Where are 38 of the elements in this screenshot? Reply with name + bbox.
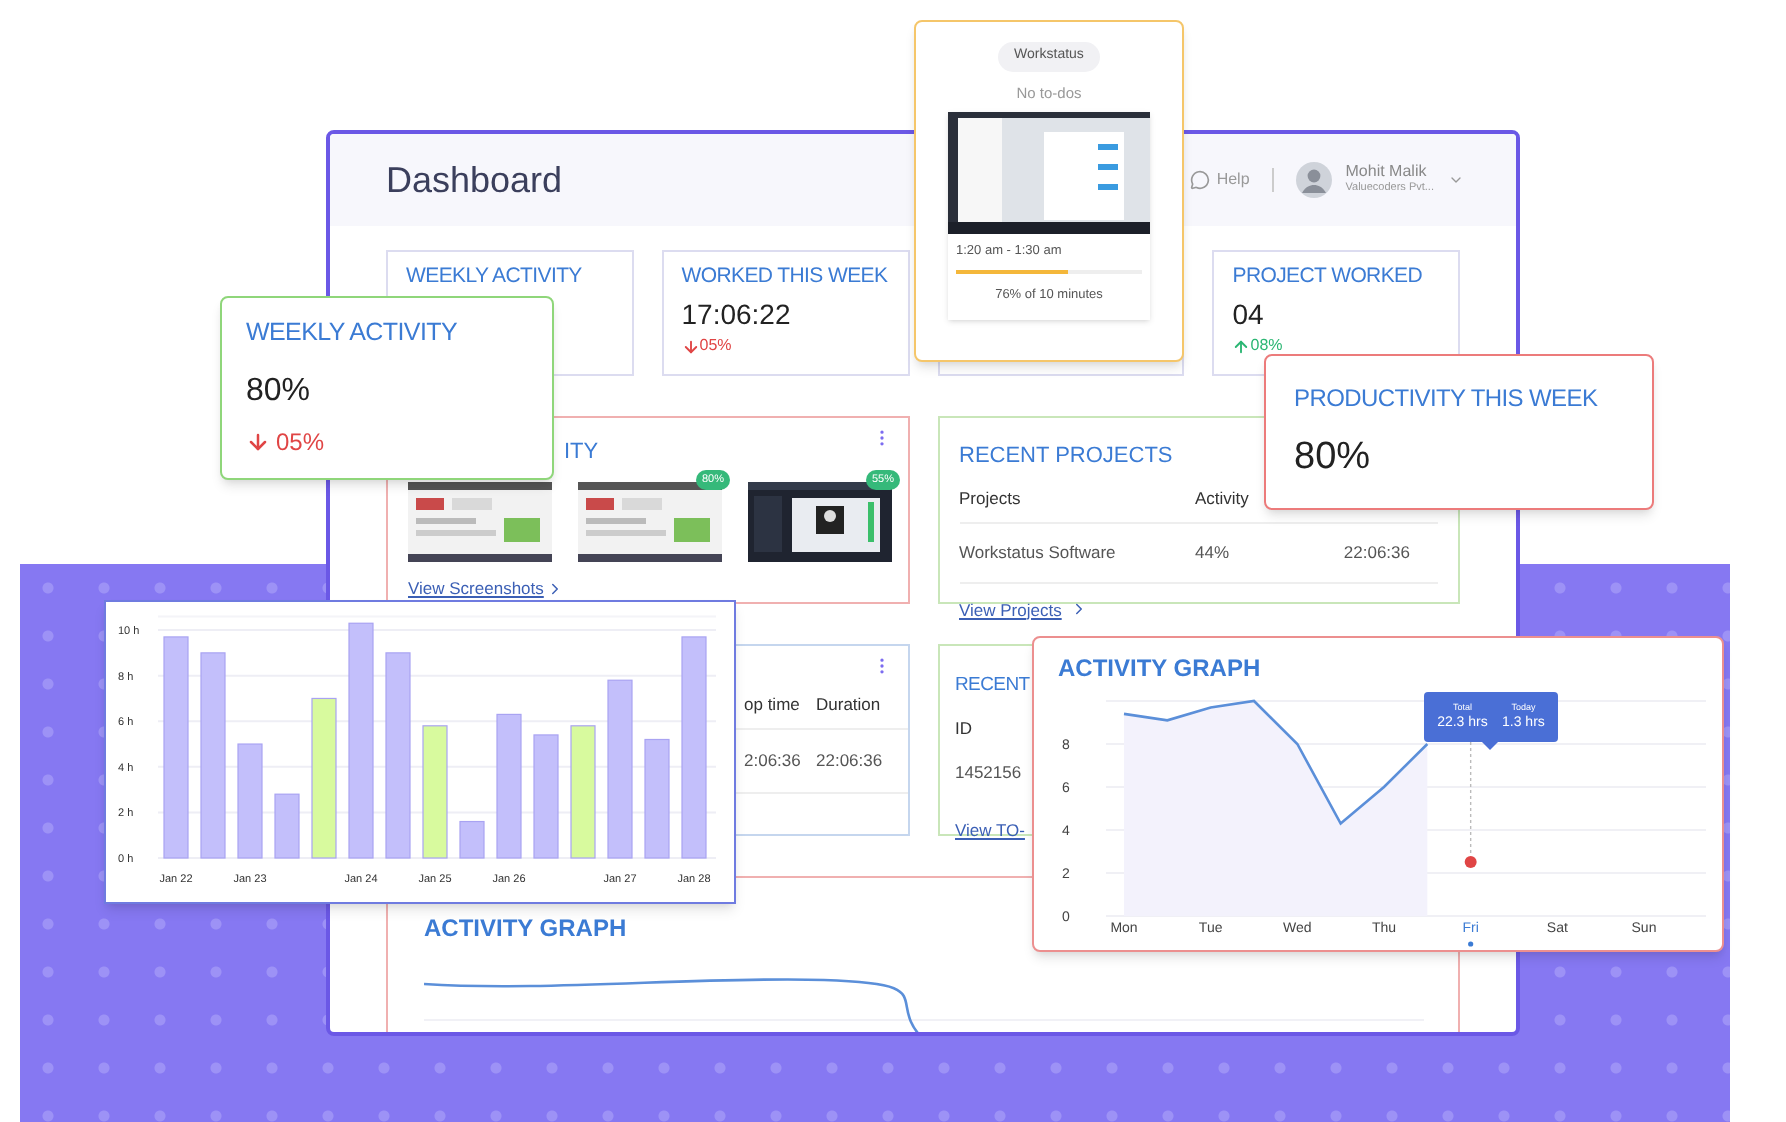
stat-change: 08% <box>1250 336 1283 356</box>
stat-title: WEEKLY ACTIVITY <box>406 264 582 290</box>
table-cell: 1452156 <box>955 761 1022 782</box>
card-title: ACTIVITY GRAPH <box>1058 652 1261 686</box>
column-header: op time <box>744 692 802 718</box>
view-projects-link[interactable]: View Projects <box>959 597 1088 623</box>
panel-title: ITY <box>564 440 599 464</box>
stat-title: WORKED THIS WEEK <box>681 264 888 290</box>
marker-drawing <box>1464 741 1477 868</box>
card-change: 05% <box>276 426 325 460</box>
avatar-icon <box>1295 162 1332 198</box>
column-header: Activity <box>1195 486 1251 512</box>
table-cell-text: 2:06:36 <box>744 747 803 773</box>
card-value: 80% <box>1294 434 1371 482</box>
stat-change: 05% <box>699 336 732 356</box>
column-header: Projects <box>959 486 1023 512</box>
stat-title: PROJECT WORKED <box>1232 264 1423 290</box>
selected-dot-icon <box>1468 941 1474 947</box>
table-cell-text: 22:06:36 <box>1341 539 1412 565</box>
stat-value: 17:06:22 <box>681 298 791 330</box>
table-cell-text: Workstatus Software <box>959 539 1118 565</box>
panel-title: RECENT PROJECTS <box>959 444 1173 468</box>
column-header: ID <box>955 718 972 738</box>
card-title: WEEKLY ACTIVITY <box>246 318 457 348</box>
view-screenshots-link[interactable]: View Screenshots <box>408 576 564 602</box>
panel-title: ACTIVITY GRAPH <box>424 914 627 942</box>
table-cell-text: 22:06:36 <box>816 747 885 773</box>
user-name: Mohit Malik <box>1345 164 1429 181</box>
column-header: Duration <box>816 692 883 718</box>
help-icon <box>1190 170 1211 190</box>
card-title: PRODUCTIVITY THIS WEEK <box>1294 384 1598 414</box>
panel-title: RECENT <box>955 674 1030 696</box>
view-todos-link[interactable]: View TO- <box>955 819 1025 839</box>
card-value: 80% <box>246 372 311 412</box>
stat-value: 04 <box>1232 298 1264 330</box>
chevron-down-icon <box>1448 172 1464 188</box>
table-cell-text: 44% <box>1195 539 1232 565</box>
page-title: Dashboard <box>386 157 563 203</box>
